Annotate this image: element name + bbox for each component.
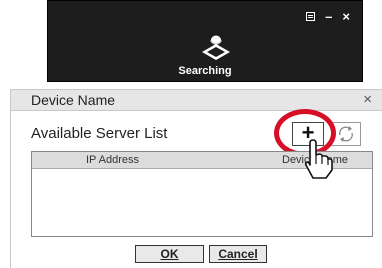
close-button[interactable]: × (342, 10, 350, 23)
window-controls: – × (306, 10, 350, 23)
server-list-label: Available Server List (31, 125, 168, 142)
dialog-close-button[interactable]: × (363, 91, 372, 108)
searching-status-label: Searching (178, 65, 232, 77)
minimize-button[interactable]: – (325, 10, 332, 23)
menu-icon[interactable] (306, 12, 316, 21)
cancel-button[interactable]: Cancel (209, 245, 267, 263)
dialog-title: Device Name (31, 92, 116, 108)
refresh-icon (339, 126, 353, 142)
dialog-titlebar: Device Name × (11, 89, 382, 111)
searching-window: – × Searching (47, 0, 363, 82)
pointer-cursor-icon (304, 139, 333, 179)
ok-button[interactable]: OK (135, 245, 204, 263)
magnifier-icon (202, 35, 230, 60)
column-header-ip-address[interactable]: IP Address (86, 154, 139, 166)
refresh-button[interactable] (331, 122, 361, 146)
